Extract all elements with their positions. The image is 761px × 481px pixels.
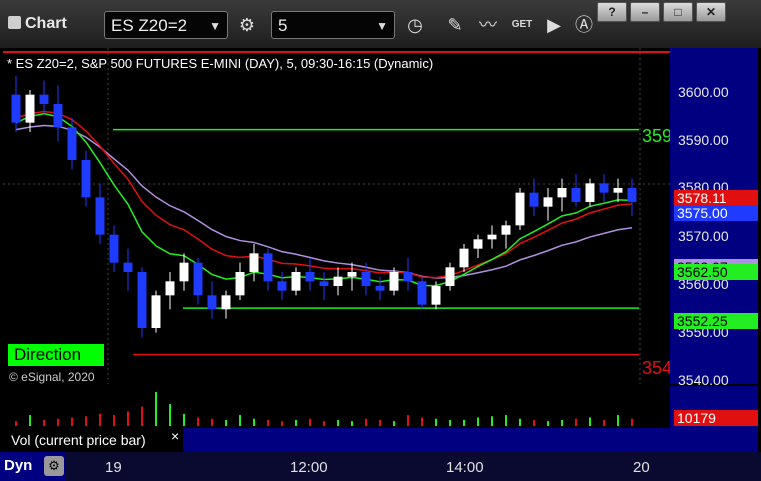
chevron-down-icon: ▼ xyxy=(376,19,388,33)
volume-chart[interactable] xyxy=(3,386,670,428)
close-icon[interactable]: × xyxy=(171,428,179,444)
candle-body xyxy=(151,295,161,328)
candle-body xyxy=(445,267,455,286)
dyn-box[interactable]: Dyn ⚙ xyxy=(0,452,66,481)
candle-body xyxy=(347,272,357,277)
red-line-tag: 3578.11 xyxy=(674,190,758,206)
candle-body xyxy=(67,127,77,160)
candle-body xyxy=(207,295,217,310)
play-icon[interactable]: ▶ xyxy=(540,11,568,39)
interval-combo[interactable]: 5 ▼ xyxy=(271,11,395,39)
candle-body xyxy=(277,281,287,291)
price-axis[interactable]: 3600.00 3590.00 3580.00 3570.00 3560.00 … xyxy=(670,48,758,388)
symbol-combo[interactable]: ES Z20=2 ▼ xyxy=(104,11,228,39)
candle-body xyxy=(39,94,49,104)
candle-body xyxy=(263,253,273,282)
candle-body xyxy=(557,188,567,198)
app-icon xyxy=(8,16,21,29)
candle-body xyxy=(613,188,623,193)
lower-level-label: 354 xyxy=(642,358,673,378)
candle-body xyxy=(487,234,497,240)
candle-body xyxy=(165,281,175,296)
clock-icon[interactable]: ◷ xyxy=(401,11,429,39)
candle-body xyxy=(515,192,525,226)
candle-body xyxy=(109,234,119,263)
candle-body xyxy=(473,239,483,249)
alert-icon[interactable]: Ⓐ xyxy=(570,11,598,39)
candle-body xyxy=(319,281,329,286)
volume-panel-label: Vol (current price bar) xyxy=(11,432,146,448)
candle-body xyxy=(81,160,91,198)
candle-body xyxy=(291,272,301,291)
green-line-tag: 3562.50 xyxy=(674,264,758,280)
candle-body xyxy=(193,262,203,296)
candle-body xyxy=(529,192,539,207)
dyn-label: Dyn xyxy=(4,457,33,474)
price-plot[interactable] xyxy=(3,48,670,384)
price-tick: 3600.00 xyxy=(678,84,729,100)
volume-last-tag: 10179 xyxy=(674,410,758,426)
candle-body xyxy=(585,183,595,202)
gear-icon[interactable]: ⚙ xyxy=(233,11,261,39)
price-tick: 3570.00 xyxy=(678,228,729,244)
time-label: 20 xyxy=(633,459,650,476)
volume-label-box: Vol (current price bar) × xyxy=(3,428,183,452)
candle-body xyxy=(375,286,385,291)
candle-body xyxy=(389,272,399,291)
candle-body xyxy=(431,286,441,305)
candle-body xyxy=(501,225,511,235)
app-title: Chart xyxy=(8,15,67,33)
help-button[interactable]: ? xyxy=(597,2,627,22)
candle-body xyxy=(235,272,245,296)
symbol-value: ES Z20=2 xyxy=(111,16,188,35)
pen-icon[interactable]: ✎ xyxy=(441,11,469,39)
direction-badge: Direction xyxy=(8,344,104,366)
chevron-down-icon: ▼ xyxy=(209,19,221,33)
candle-body xyxy=(249,253,259,272)
study-icon[interactable]: 〰 xyxy=(474,11,502,39)
candle-body xyxy=(403,272,413,282)
minimize-button[interactable]: – xyxy=(630,2,660,22)
volume-plot[interactable] xyxy=(3,386,670,428)
interval-value: 5 xyxy=(278,16,288,35)
candle-body xyxy=(179,262,189,282)
flat-green-tag: 3552.25 xyxy=(674,313,758,329)
candle-body xyxy=(627,188,637,202)
candle-body xyxy=(305,272,315,282)
time-label: 19 xyxy=(105,459,122,476)
candle-body xyxy=(599,183,609,193)
copyright: © eSignal, 2020 xyxy=(9,370,95,384)
price-chart[interactable]: * ES Z20=2, S&P 500 FUTURES E-MINI (DAY)… xyxy=(3,48,673,384)
candle-body xyxy=(11,94,21,123)
volume-panel-label-bar: Vol (current price bar) × xyxy=(3,428,758,452)
upper-level-label: 359 xyxy=(642,126,673,146)
settings-icon[interactable]: ⚙ xyxy=(44,456,64,476)
get-icon[interactable]: GET xyxy=(508,11,536,39)
toolbar: Chart ES Z20=2 ▼ ⚙ 5 ▼ ◷ ✎ 〰 GET ▶ Ⓐ ? – □… xyxy=(0,0,761,48)
time-label: 14:00 xyxy=(446,459,484,476)
volume-axis: 10179 xyxy=(670,386,758,428)
time-label: 12:00 xyxy=(290,459,328,476)
candle-body xyxy=(333,276,343,286)
candle-body xyxy=(571,188,581,202)
candle-body xyxy=(25,94,35,123)
chart-header: * ES Z20=2, S&P 500 FUTURES E-MINI (DAY)… xyxy=(7,56,434,71)
candle-body xyxy=(361,272,371,286)
candle-body xyxy=(123,262,133,272)
last-price-tag: 3575.00 xyxy=(674,205,758,221)
candle-body xyxy=(459,248,469,268)
candle-body xyxy=(417,281,427,305)
price-tick: 3590.00 xyxy=(678,132,729,148)
app-title-text: Chart xyxy=(25,15,67,32)
candle-body xyxy=(543,197,553,207)
candle-body xyxy=(221,295,231,310)
candle-body xyxy=(137,272,147,328)
candle-body xyxy=(95,197,105,235)
close-button[interactable]: ✕ xyxy=(696,2,726,22)
maximize-button[interactable]: □ xyxy=(663,2,693,22)
candle-body xyxy=(53,104,63,128)
